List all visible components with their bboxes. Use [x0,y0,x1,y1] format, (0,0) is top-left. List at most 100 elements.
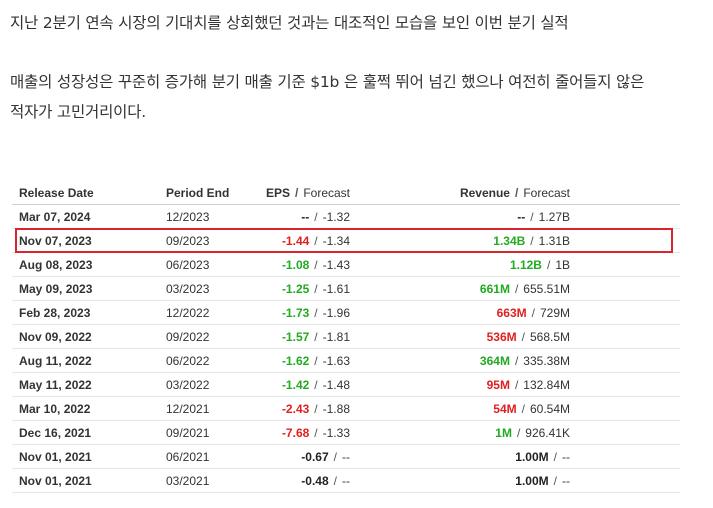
release-date-cell: May 09, 2023 [19,282,93,296]
earnings-table: Release Date Period End EPS / Forecast Rev… [12,181,680,493]
revenue-cell: 1M / 926.41K [495,421,570,445]
header-eps: EPS / Forecast [266,181,350,205]
period-end-cell: 03/2023 [166,282,210,296]
header-revenue-forecast: Forecast [523,186,570,200]
revenue-separator: / [516,426,521,440]
revenue-separator: / [553,474,557,488]
revenue-cell: 663M / 729M [497,301,570,325]
growth-paragraph-line-2: 적자가 고민거리이다. [10,103,146,121]
eps-forecast: -1.33 [322,426,350,440]
header-release-date: Release Date [19,186,94,200]
revenue-forecast: 729M [539,306,570,320]
table-row: Nov 07, 2023 09/2023 -1.44 / -1.34 1.34B / 1.31… [12,229,680,253]
eps-forecast: -- [342,450,350,464]
table-row: Aug 08, 2023 06/2023 -1.08 / -1.43 1.12B / 1B [12,253,680,277]
period-end-cell: 03/2022 [166,378,210,392]
period-end-cell: 12/2022 [166,306,210,320]
eps-separator: / [314,402,318,416]
eps-cell: -- / -1.32 [301,205,350,229]
revenue-separator: / [521,330,525,344]
period-end-cell: 12/2023 [166,210,210,224]
eps-actual: -1.08 [281,258,310,272]
eps-forecast: -1.61 [322,282,350,296]
eps-actual: -2.43 [281,402,310,416]
eps-forecast: -1.34 [322,234,350,248]
eps-forecast: -1.88 [322,402,350,416]
eps-cell: -1.08 / -1.43 [282,253,350,277]
release-date-cell: Nov 01, 2021 [19,450,92,464]
table-body: Mar 07, 2024 12/2023 -- / -1.32 -- / 1.27B Nov 0… [12,205,680,493]
eps-separator: / [314,354,318,368]
revenue-cell: 1.12B / 1B [510,253,570,277]
table-row: Mar 10, 2022 12/2021 -2.43 / -1.88 54M / 60.54M [12,397,680,421]
eps-separator: / [314,378,318,392]
revenue-forecast: 926.41K [525,426,570,440]
revenue-forecast: 1B [555,258,570,272]
revenue-cell: --/1.27B [517,205,570,229]
revenue-actual: 364M [479,354,510,368]
release-date-cell: Feb 28, 2023 [19,306,91,320]
release-date-cell: Nov 09, 2022 [19,330,92,344]
eps-actual: -1.44 [281,234,310,248]
summary-paragraph: 지난 2분기 연속 시장의 기대치를 상회했던 것과는 대조적인 모습을 보인 … [10,14,569,32]
revenue-actual: 95M [486,378,510,392]
revenue-actual: 661M [479,282,510,296]
eps-actual: -1.25 [281,282,310,296]
revenue-cell: 661M / 655.51M [480,277,570,301]
revenue-separator: / [546,258,551,272]
header-period-end: Period End [166,186,230,200]
revenue-cell: 536M / 568.5M [487,325,570,349]
eps-forecast: -1.96 [322,306,350,320]
revenue-separator: / [530,210,534,224]
period-end-cell: 06/2022 [166,354,210,368]
revenue-cell: 95M / 132.84M [487,373,570,397]
release-date-cell: Nov 07, 2023 [19,234,92,248]
revenue-separator: / [521,402,525,416]
revenue-forecast: -- [562,450,570,464]
eps-separator: / [314,306,318,320]
period-end-cell: 09/2021 [166,426,210,440]
eps-cell: -7.68 / -1.33 [282,421,350,445]
eps-cell: -1.44 / -1.34 [282,229,350,253]
eps-actual: -1.57 [281,330,310,344]
revenue-actual: 663M [496,306,527,320]
growth-paragraph-line-1: 매출의 성장성은 꾸준히 증가해 분기 매출 기준 $1b 은 훌쩍 뛰어 넘긴… [10,73,645,91]
eps-forecast: -1.32 [322,210,350,224]
revenue-forecast: 1.31B [538,234,570,248]
eps-forecast: -- [342,474,350,488]
release-date-cell: Dec 16, 2021 [19,426,92,440]
period-end-cell: 06/2021 [166,450,210,464]
revenue-forecast: 655.51M [523,282,570,296]
eps-forecast: -1.63 [322,354,350,368]
revenue-cell: 54M / 60.54M [493,397,570,421]
eps-actual: -7.68 [281,426,310,440]
period-end-cell: 09/2023 [166,234,210,248]
revenue-cell: 1.34B / 1.31B [493,229,570,253]
header-revenue: Revenue / Forecast [460,181,570,205]
revenue-cell: 1.00M / -- [515,445,570,469]
eps-actual: -0.67 [301,450,329,464]
table-row: Nov 01, 2021 06/2021 -0.67 / -- 1.00M / -- [12,445,680,469]
release-date-cell: Mar 07, 2024 [19,210,91,224]
revenue-cell: 1.00M / -- [515,469,570,493]
eps-separator: / [333,474,337,488]
revenue-actual: 54M [493,402,517,416]
eps-cell: -1.42 / -1.48 [282,373,350,397]
eps-forecast: -1.43 [322,258,350,272]
eps-actual: -1.73 [281,306,310,320]
eps-cell: -1.62 / -1.63 [282,349,350,373]
revenue-separator: / [531,306,535,320]
revenue-forecast: 335.38M [523,354,570,368]
eps-cell: -2.43 / -1.88 [282,397,350,421]
header-revenue-label: Revenue [459,186,510,200]
eps-cell: -1.57 / -1.81 [282,325,350,349]
revenue-separator: / [553,450,557,464]
revenue-forecast: 568.5M [529,330,570,344]
header-revenue-separator: / [514,186,519,200]
revenue-actual: 1.00M [515,474,549,488]
revenue-separator: / [530,234,534,248]
eps-cell: -1.25 / -1.61 [282,277,350,301]
eps-separator: / [314,210,318,224]
revenue-actual: 1M [495,426,512,440]
release-date-cell: Aug 11, 2022 [19,354,92,368]
